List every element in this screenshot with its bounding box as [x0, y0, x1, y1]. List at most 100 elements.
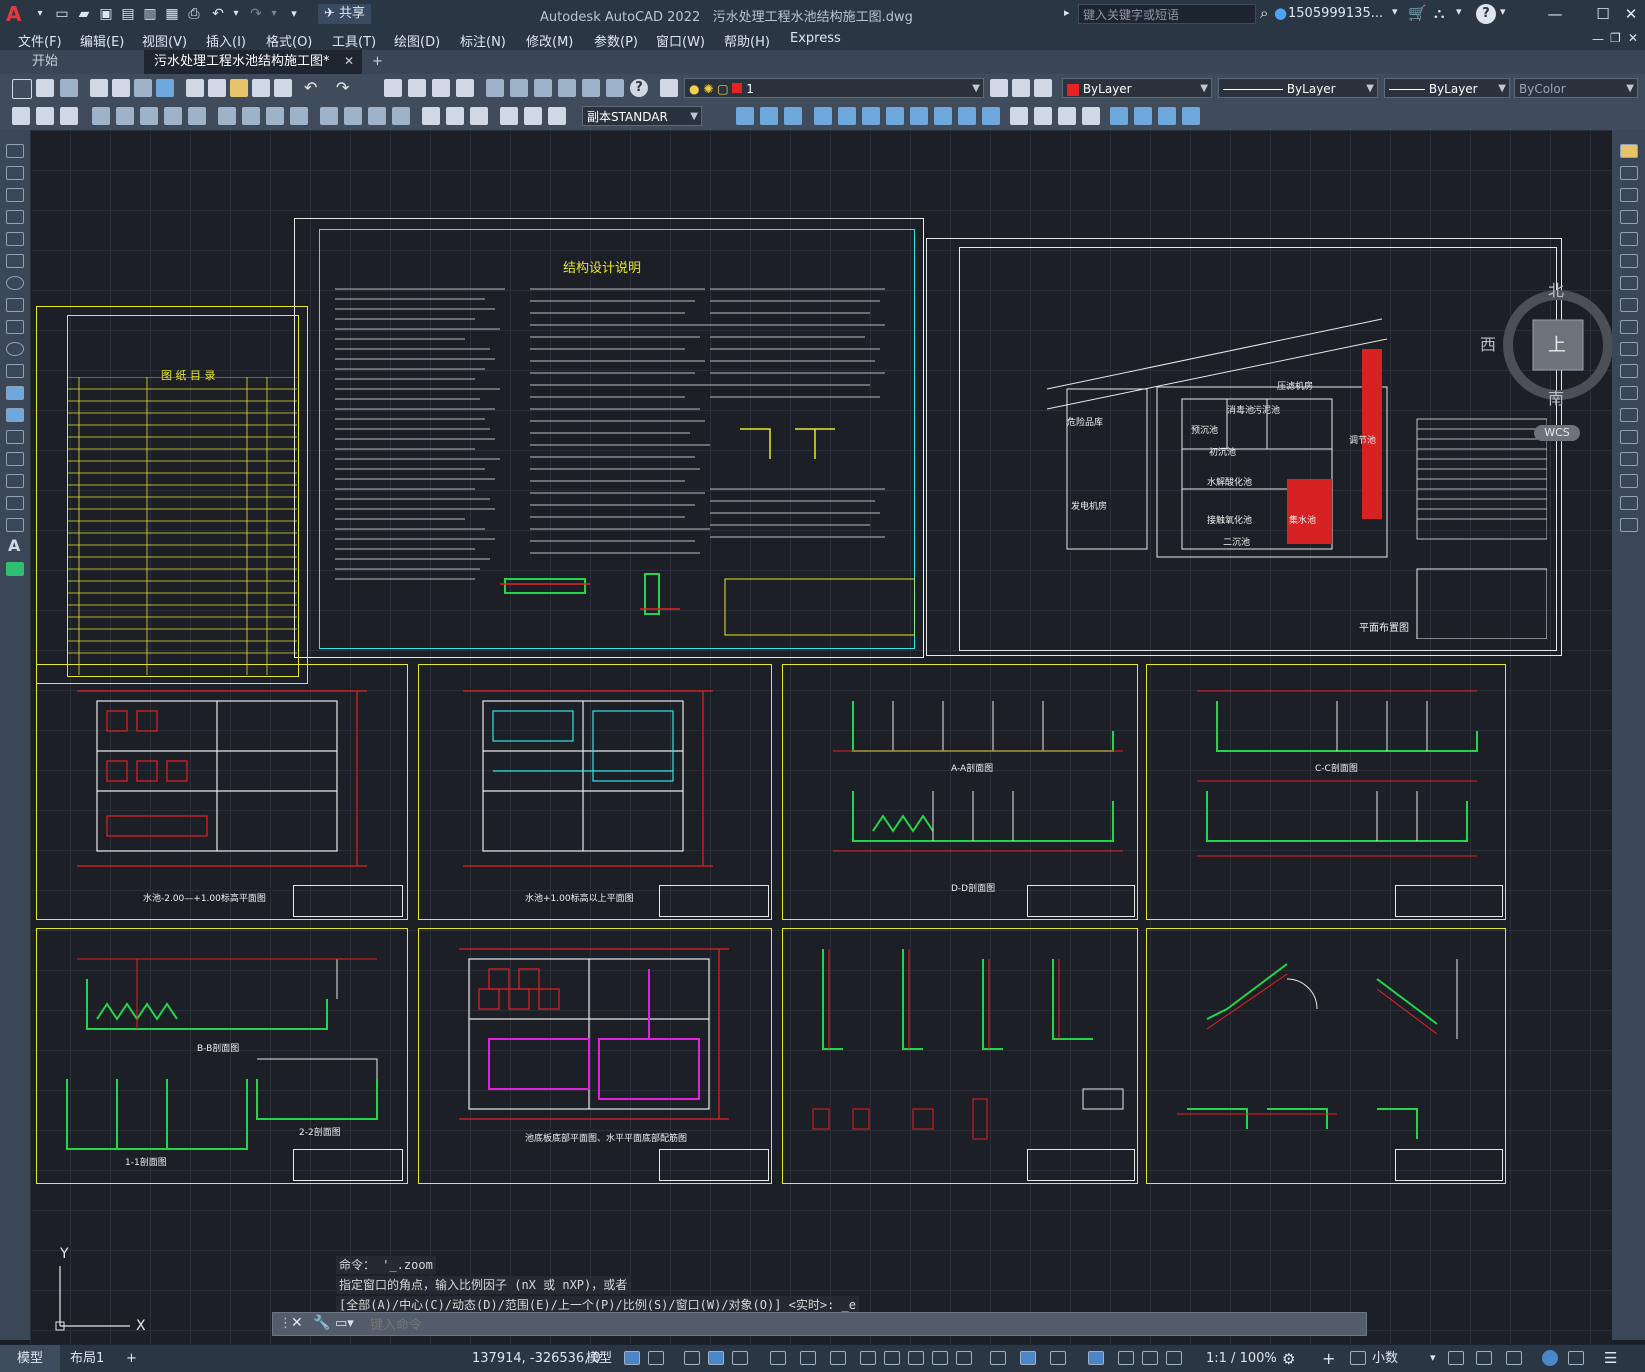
- web-mobile-open-icon[interactable]: ▥: [140, 4, 160, 24]
- array-icon[interactable]: [1620, 232, 1638, 246]
- sheet-column-details[interactable]: [782, 928, 1138, 1184]
- draw-point-icon[interactable]: [6, 430, 24, 444]
- toolbar-layer-states-icon[interactable]: [1034, 79, 1052, 97]
- menu-tools[interactable]: 工具(T): [332, 31, 376, 50]
- color-dropdown[interactable]: ByLayer ▼: [1062, 78, 1212, 98]
- extend-icon[interactable]: [1620, 364, 1638, 378]
- menu-view[interactable]: 视图(V): [142, 31, 187, 50]
- object-snap-icon[interactable]: [830, 1351, 846, 1365]
- sheet-section-aa-dd[interactable]: A-A剖面图 D-D剖面图: [782, 664, 1138, 920]
- toolbar-tolerance-icon[interactable]: [320, 107, 338, 125]
- viewcube-top-face[interactable]: 上: [1548, 331, 1566, 357]
- hardware-acceleration-icon[interactable]: [1506, 1351, 1522, 1365]
- toolbar-zoom-realtime-icon[interactable]: [408, 79, 426, 97]
- draw-arc-icon[interactable]: [6, 254, 24, 268]
- menu-edit[interactable]: 编辑(E): [80, 31, 124, 50]
- model-space-toggle[interactable]: 模型: [586, 1345, 612, 1372]
- infer-constraints-icon[interactable]: [684, 1351, 700, 1365]
- menu-express[interactable]: Express: [790, 31, 841, 46]
- menu-format[interactable]: 格式(O): [266, 31, 312, 50]
- toolbar-dim-continue-icon[interactable]: [266, 107, 284, 125]
- make-block-icon[interactable]: [6, 408, 24, 422]
- web-mobile-save-icon[interactable]: ▦: [162, 4, 182, 24]
- settings-gear-icon[interactable]: ⚙: [1282, 1350, 1295, 1368]
- new-file-icon[interactable]: ▭: [52, 4, 72, 24]
- toolbar-dim-update-icon[interactable]: [470, 107, 488, 125]
- toolbar-quick-dim-icon[interactable]: [218, 107, 236, 125]
- sheet-stair-details[interactable]: [1146, 928, 1506, 1184]
- toolbar-ucs-face-icon[interactable]: [814, 107, 832, 125]
- sheet-structural-notes[interactable]: 结构设计说明: [294, 218, 924, 658]
- toolbar-view-front-icon[interactable]: [1110, 107, 1128, 125]
- tab-close-icon[interactable]: ✕: [344, 54, 354, 68]
- multiline-text-icon[interactable]: A: [8, 536, 20, 555]
- toolbar-view-top-icon[interactable]: [1010, 107, 1028, 125]
- toolbar-dimstyle-icon[interactable]: [500, 107, 518, 125]
- break-icon[interactable]: [1620, 408, 1638, 422]
- annotation-scale-icon[interactable]: [1118, 1351, 1134, 1365]
- toolbar-dim-edit-icon[interactable]: [422, 107, 440, 125]
- sheet-drawing-index[interactable]: 图 纸 目 录: [36, 306, 308, 684]
- isodraft-icon[interactable]: [770, 1351, 786, 1365]
- draw-region-icon[interactable]: [6, 496, 24, 510]
- offset-icon[interactable]: [1620, 210, 1638, 224]
- toolbar-view-bottom-icon[interactable]: [1034, 107, 1052, 125]
- help-icon[interactable]: ?: [1476, 4, 1496, 24]
- explode-icon[interactable]: [1620, 518, 1638, 532]
- draw-ellipse-arc-icon[interactable]: [6, 364, 24, 378]
- toolbar-match-properties-icon[interactable]: [252, 79, 270, 97]
- layout-tab-add[interactable]: +: [126, 1345, 137, 1372]
- draw-table-icon[interactable]: [6, 518, 24, 532]
- new-tab-button[interactable]: +: [362, 50, 383, 74]
- draw-circle-icon[interactable]: [6, 276, 24, 290]
- object-snap-tracking-icon[interactable]: [800, 1351, 816, 1365]
- doc-close-icon[interactable]: ✕: [1628, 31, 1638, 45]
- gizmo-icon[interactable]: [1020, 1351, 1036, 1365]
- menu-window[interactable]: 窗口(W): [656, 31, 705, 50]
- annotation-visibility-icon[interactable]: [1050, 1351, 1066, 1365]
- menu-help[interactable]: 帮助(H): [724, 31, 770, 50]
- undo-dropdown-icon[interactable]: ▾: [226, 4, 246, 24]
- dynamic-ucs-icon[interactable]: [956, 1351, 972, 1365]
- menu-modify[interactable]: 修改(M): [526, 31, 573, 50]
- transparency-icon[interactable]: [884, 1351, 900, 1365]
- share-button[interactable]: ✈ 共享: [318, 4, 372, 24]
- toolbar-open-icon[interactable]: [36, 79, 54, 97]
- toolbar-ucs-y-icon[interactable]: [982, 107, 1000, 125]
- toolbar-view-se-icon[interactable]: [1182, 107, 1200, 125]
- toolbar-ucs-world-icon[interactable]: [760, 107, 778, 125]
- toolbar-ucs-zaxis-icon[interactable]: [910, 107, 928, 125]
- trim-icon[interactable]: [1620, 342, 1638, 356]
- toolbar-copy-icon[interactable]: [208, 79, 226, 97]
- layer-dropdown[interactable]: ● ✺ ▢ 1 ▼: [684, 78, 984, 98]
- toolbar-block-editor-icon[interactable]: [274, 79, 292, 97]
- app-dropdown-icon[interactable]: ▾: [1456, 5, 1462, 18]
- ortho-icon[interactable]: [708, 1351, 724, 1365]
- 3d-osnap-icon[interactable]: [932, 1351, 948, 1365]
- draw-ellipse-icon[interactable]: [6, 342, 24, 356]
- viewcube-north[interactable]: 北: [1548, 277, 1564, 301]
- menu-dimension[interactable]: 标注(N): [460, 31, 506, 50]
- draw-rectangle-icon[interactable]: [6, 232, 24, 246]
- toolbar-redo-icon[interactable]: ↷: [336, 78, 349, 97]
- polar-icon[interactable]: [732, 1351, 748, 1365]
- workspace-icon[interactable]: [1142, 1351, 1158, 1365]
- maximize-icon[interactable]: ☐: [1592, 4, 1614, 24]
- toolbar-jogged-linear-icon[interactable]: [392, 107, 410, 125]
- help-dropdown-icon[interactable]: ▾: [1500, 5, 1506, 18]
- lineweight-dropdown[interactable]: ByLayer ▼: [1384, 78, 1510, 98]
- viewcube[interactable]: 北 南 西 东 上 WCS: [1480, 281, 1612, 441]
- doc-minimize-icon[interactable]: —: [1592, 32, 1604, 46]
- toolbar-dim-space-icon[interactable]: [290, 107, 308, 125]
- toolbar-ucs-origin-icon[interactable]: [886, 107, 904, 125]
- toolbar-ucs-object-icon[interactable]: [838, 107, 856, 125]
- toolbar-view-back-icon[interactable]: [1134, 107, 1152, 125]
- toolbar-dim-linear-icon[interactable]: [12, 107, 30, 125]
- app-menu-chevron-icon[interactable]: ▾: [30, 4, 50, 24]
- toolbar-ucs-x-icon[interactable]: [958, 107, 976, 125]
- toolbar-markup-icon[interactable]: [582, 79, 600, 97]
- menu-insert[interactable]: 插入(I): [206, 31, 246, 50]
- menu-draw[interactable]: 绘图(D): [394, 31, 440, 50]
- add-annotation-icon[interactable]: +: [1322, 1349, 1335, 1368]
- command-customize-icon[interactable]: 🔧: [313, 1315, 330, 1331]
